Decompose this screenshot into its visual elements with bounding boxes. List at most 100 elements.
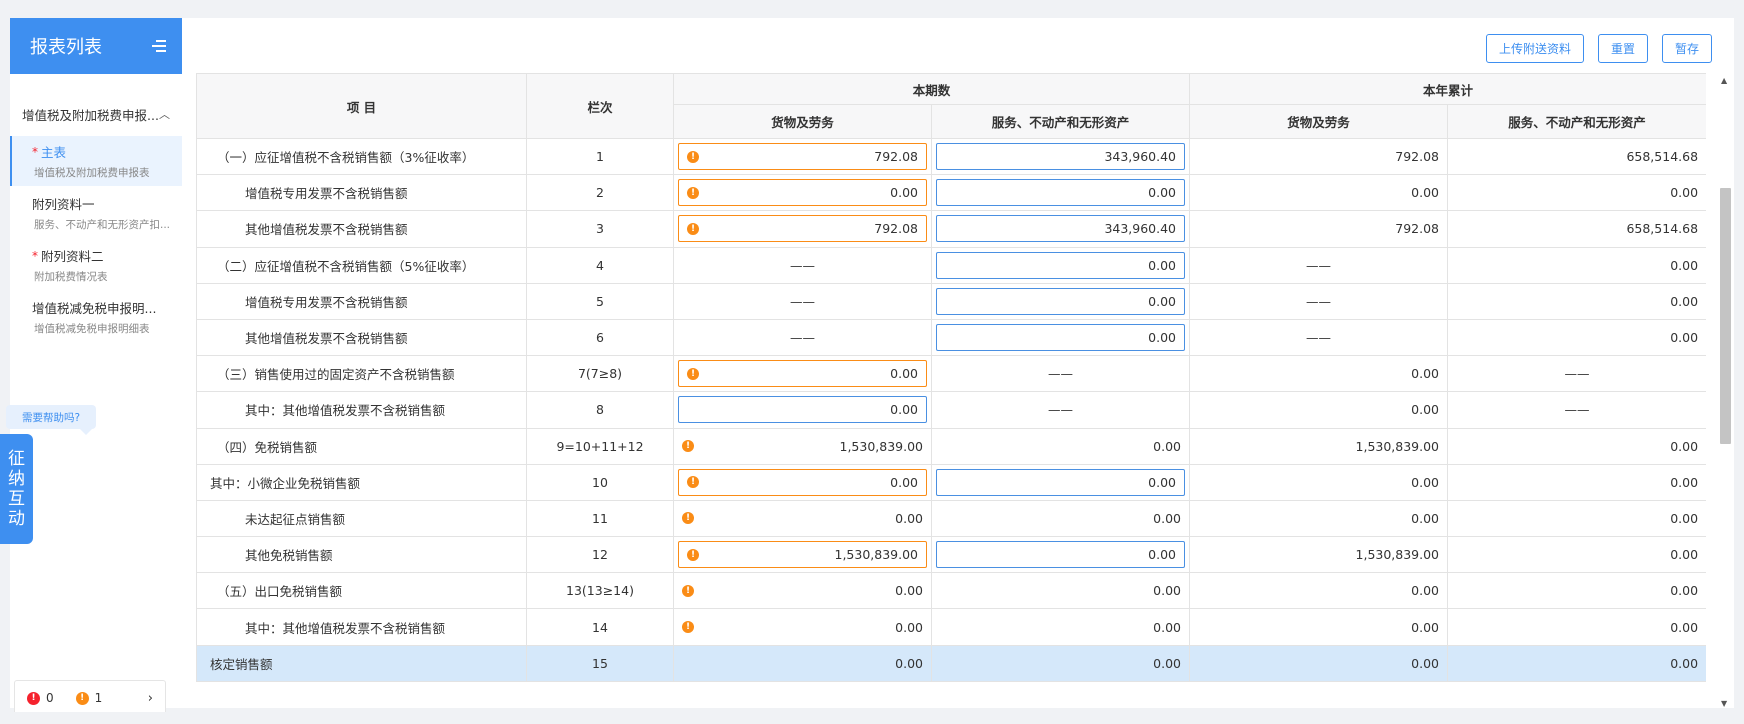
services-current-input[interactable]: 0.00 [936, 324, 1186, 352]
services-ytd-value: 0.00 [1447, 282, 1706, 320]
goods-ytd-value: 0.00 [1189, 644, 1449, 682]
input-value: 792.08 [874, 149, 918, 165]
scrollbar-thumb[interactable] [1720, 188, 1731, 444]
scroll-down-icon[interactable]: ▼ [1721, 699, 1727, 708]
bottom-strip [0, 712, 1744, 724]
help-bubble[interactable]: 需要帮助吗? [6, 405, 96, 435]
services-current-input[interactable]: 0.00 [936, 287, 1186, 315]
row-item-label: 其中：其他增值税发票不含税销售额 [196, 391, 527, 429]
goods-ytd-value: 0.00 [1189, 355, 1449, 393]
validation-status-bar[interactable]: ! 0 ! 1 › [14, 680, 166, 716]
goods-current-input[interactable]: ! 792.08 [678, 143, 927, 171]
goods-current-input[interactable]: ! 792.08 [678, 215, 927, 243]
row-item-label: 其中：其他增值税发票不含税销售额 [196, 608, 527, 646]
header-goods-ytd: 货物及劳务 [1189, 104, 1449, 139]
main-panel: 上传附送资料 重置 暂存 项 目 栏次 本期数 本年累计 货物及劳务 服务、不动… [182, 18, 1734, 708]
services-ytd-value: 0.00 [1447, 427, 1706, 465]
goods-ytd-value: 0.00 [1189, 499, 1449, 538]
interaction-tab[interactable]: 征 纳 互 动 [0, 434, 33, 544]
goods-current-input[interactable]: ! 0.00 [678, 179, 927, 207]
row-column-no: 5 [526, 282, 674, 320]
input-value: 0.00 [1148, 330, 1177, 346]
declaration-table-wrap: 项 目 栏次 本期数 本年累计 货物及劳务 服务、不动产和无形资产 货物及劳务 … [196, 73, 1706, 704]
table-row-highlighted[interactable]: 核定销售额 15 0.00 0.00 0.00 0.00 [196, 644, 1706, 682]
services-ytd-value: 0.00 [1447, 174, 1706, 212]
goods-current-input[interactable]: ! 0.00 [678, 360, 927, 388]
goods-current-input[interactable]: ! 0.00 [678, 468, 927, 496]
sidebar-item-sublabel: 附加税费情况表 [34, 271, 108, 283]
warning-icon: ! [75, 691, 89, 705]
input-value: 0.00 [890, 402, 918, 418]
table-row: （二）应征增值税不含税销售额（5%征收率） 4 —— 0.00 —— 0.00 [196, 246, 1706, 284]
input-value: 0.00 [1148, 185, 1177, 201]
row-column-no: 14 [526, 608, 674, 646]
services-current-value: 0.00 [930, 644, 1191, 682]
row-column-no: 4 [526, 246, 674, 284]
sidebar-item-schedule-2[interactable]: * 附列资料二 附加税费情况表 [10, 240, 182, 290]
row-column-no: 10 [526, 463, 674, 501]
upload-attachments-button[interactable]: 上传附送资料 [1485, 34, 1584, 63]
goods-ytd-value: 0.00 [1189, 174, 1449, 212]
warning-icon: ! [687, 367, 699, 380]
row-column-no: 12 [526, 536, 674, 574]
chevron-right-icon[interactable]: › [148, 691, 153, 706]
interaction-tab-char: 纳 [8, 469, 25, 489]
scroll-up-icon[interactable]: ▲ [1721, 76, 1727, 85]
goods-current-value: 0.00 [673, 644, 932, 682]
services-current-input[interactable]: 0.00 [936, 468, 1186, 496]
row-item-label: （五）出口免税销售额 [196, 572, 527, 610]
goods-current-value: 1,530,839.00 [839, 438, 924, 454]
warning-icon: ! [687, 150, 699, 163]
services-current-input[interactable]: 0.00 [936, 541, 1186, 569]
goods-current-input[interactable]: ! 1,530,839.00 [678, 541, 927, 569]
warning-count: 1 [94, 691, 103, 705]
goods-ytd-value: 0.00 [1189, 463, 1449, 501]
not-applicable-cell: —— [673, 282, 932, 320]
save-draft-button[interactable]: 暂存 [1661, 34, 1712, 63]
sidebar-item-main[interactable]: * 主表 增值税及附加税费申报表 [10, 136, 182, 186]
table-row: 其他免税销售额 12 ! 1,530,839.00 0.00 1,530,839.… [196, 536, 1706, 574]
table-row: 其中：小微企业免税销售额 10 ! 0.00 0.00 0.00 0.00 [196, 463, 1706, 501]
header-item: 项 目 [196, 73, 527, 139]
sidebar-item-exemption-detail[interactable]: 增值税减免税申报明... 增值税减免税申报明细表 [10, 292, 182, 342]
input-value: 0.00 [1148, 547, 1177, 563]
collapse-menu-icon[interactable] [152, 40, 166, 52]
header-column-no: 栏次 [526, 73, 674, 139]
not-applicable-cell: —— [930, 355, 1191, 393]
row-column-no: 15 [526, 644, 674, 682]
declaration-table: 项 目 栏次 本期数 本年累计 货物及劳务 服务、不动产和无形资产 货物及劳务 … [196, 73, 1706, 682]
table-row: 其他增值税发票不含税销售额 3 ! 792.08 343,960.40 792.0… [196, 210, 1706, 248]
reset-button[interactable]: 重置 [1597, 34, 1648, 63]
sidebar-item-sublabel: 服务、不动产和无形资产扣... [34, 219, 170, 231]
services-current-input[interactable]: 343,960.40 [936, 215, 1186, 243]
services-ytd-value: 0.00 [1447, 499, 1706, 538]
sidebar-group-vat[interactable]: 增值税及附加税费申报... ︿ [10, 94, 182, 134]
services-current-input[interactable]: 0.00 [936, 251, 1186, 279]
sidebar-item-schedule-1[interactable]: 附列资料一 服务、不动产和无形资产扣... [10, 188, 182, 238]
input-value: 343,960.40 [1104, 149, 1177, 165]
row-item-label: 核定销售额 [196, 644, 527, 682]
error-count: 0 [46, 691, 54, 705]
not-applicable-cell: —— [1447, 391, 1706, 429]
row-item-label: （二）应征增值税不含税销售额（5%征收率） [196, 246, 527, 284]
sidebar-item-label: 附列资料一 [32, 197, 95, 212]
required-star-icon: * [32, 144, 38, 159]
row-column-no: 11 [526, 499, 674, 538]
row-column-no: 9=10+11+12 [526, 427, 674, 465]
goods-ytd-value: 0.00 [1189, 608, 1449, 646]
input-value: 1,530,839.00 [834, 547, 919, 563]
table-row: （四）免税销售额 9=10+11+12 ! 1,530,839.00 0.00 1… [196, 427, 1706, 465]
services-current-input[interactable]: 0.00 [936, 179, 1186, 207]
row-item-label: 未达起征点销售额 [196, 499, 527, 538]
goods-current-input[interactable]: 0.00 [678, 396, 927, 424]
input-value: 0.00 [1148, 293, 1177, 309]
row-item-label: 增值税专用发票不含税销售额 [196, 282, 527, 320]
app-page: 报表列表 增值税及附加税费申报... ︿ * 主表 增值税及附加税费申报表 附列资… [0, 0, 1744, 724]
table-row: （一）应征增值税不含税销售额（3%征收率） 1 ! 792.08 343,960.… [196, 137, 1706, 176]
row-column-no: 8 [526, 391, 674, 429]
services-current-input[interactable]: 343,960.40 [936, 143, 1186, 171]
services-ytd-value: 0.00 [1447, 536, 1706, 574]
warning-icon: ! [682, 440, 694, 453]
services-ytd-value: 0.00 [1447, 572, 1706, 610]
table-scrollbar[interactable]: ▲ ▼ [1718, 76, 1732, 708]
